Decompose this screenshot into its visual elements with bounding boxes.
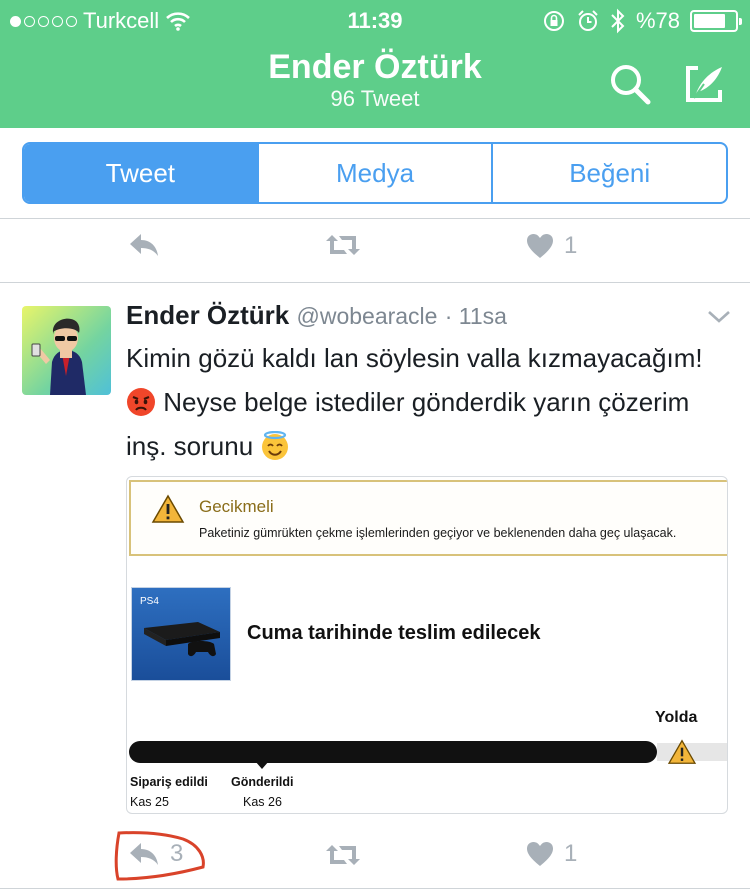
retweet-icon <box>326 235 360 255</box>
tweet-text: Kimin gözü kaldı lan söylesin valla kızm… <box>126 336 736 468</box>
search-icon[interactable] <box>608 62 652 106</box>
alarm-icon <box>578 10 598 31</box>
tweet-time: · 11sa <box>444 303 507 329</box>
tweet-text-line: inş. sorunu <box>126 424 736 468</box>
status-bar: Turkcell 11:39 %78 <box>0 0 750 40</box>
smiling-face-with-halo-emoji <box>262 431 289 460</box>
tweet-text-line: Kimin gözü kaldı lan söylesin valla kızm… <box>126 343 703 373</box>
tweet-author-handle[interactable]: @wobearacle <box>296 303 437 329</box>
retweet-button[interactable] <box>324 232 362 258</box>
heart-icon <box>527 842 553 866</box>
divider <box>0 282 750 283</box>
orientation-lock-icon <box>543 11 564 31</box>
retweet-icon <box>326 845 360 865</box>
warning-icon <box>667 739 697 764</box>
profile-tabs: Tweet Medya Beğeni <box>22 142 728 204</box>
tweet-author-name[interactable]: Ender Öztürk <box>126 300 289 330</box>
delay-title: Gecikmeli <box>199 497 274 516</box>
battery-percentage: %78 <box>635 8 680 33</box>
battery-icon <box>690 10 742 32</box>
tweet-text-line: Neyse belge istediler gönderdik yarın çö… <box>126 380 736 424</box>
like-button[interactable]: 1 <box>526 840 577 868</box>
bluetooth-icon <box>611 8 625 34</box>
heart-icon <box>527 234 553 258</box>
tab-tweet[interactable]: Tweet <box>24 144 259 202</box>
like-count: 1 <box>564 232 578 259</box>
avatar[interactable] <box>22 306 111 395</box>
delay-notice: Gecikmeli Paketiniz gümrükten çekme işle… <box>129 480 727 556</box>
step-ordered-label: Sipariş edildi <box>130 775 208 789</box>
compose-icon[interactable] <box>682 62 726 106</box>
progress-track <box>129 741 657 763</box>
step-shipped-date: Kas 26 <box>243 795 282 809</box>
app-header: Turkcell 11:39 %78 Ender Öztürk 96 Tweet <box>0 0 750 128</box>
tweet-header: Ender Öztürk @wobearacle · 11sa <box>126 300 507 331</box>
shipping-status-label: Yolda <box>655 709 698 726</box>
like-count: 1 <box>564 840 578 867</box>
tweet-media-image[interactable]: Gecikmeli Paketiniz gümrükten çekme işle… <box>126 476 728 814</box>
delay-text: Paketiniz gümrükten çekme işlemlerinden … <box>199 526 677 540</box>
step-ordered-date: Kas 25 <box>130 795 169 809</box>
tweet-text-line-content: inş. sorunu <box>126 431 254 461</box>
angry-face-emoji <box>127 388 155 416</box>
reply-icon <box>130 234 158 256</box>
delivery-date-text: Cuma tarihinde teslim edilecek <box>247 622 541 644</box>
status-right: %78 <box>542 8 742 34</box>
prev-tweet-actions: 1 <box>0 222 750 272</box>
chevron-down-icon[interactable] <box>706 308 732 326</box>
tab-likes[interactable]: Beğeni <box>493 144 726 202</box>
step-shipped-label: Gönderildi <box>231 775 294 789</box>
tweet-text-line-content: Neyse belge istediler gönderdik yarın çö… <box>163 387 690 417</box>
warning-icon <box>151 494 185 523</box>
divider <box>0 888 750 889</box>
ps4-product-image: PS4 <box>131 587 231 681</box>
like-button[interactable]: 1 <box>526 232 577 260</box>
retweet-button[interactable] <box>324 842 362 868</box>
bitmoji-avatar-image <box>31 318 86 395</box>
red-annotation-circle <box>114 831 205 881</box>
progress-marker <box>255 761 269 769</box>
reply-button[interactable] <box>128 232 160 258</box>
tab-media[interactable]: Medya <box>259 144 494 202</box>
divider <box>0 218 750 219</box>
